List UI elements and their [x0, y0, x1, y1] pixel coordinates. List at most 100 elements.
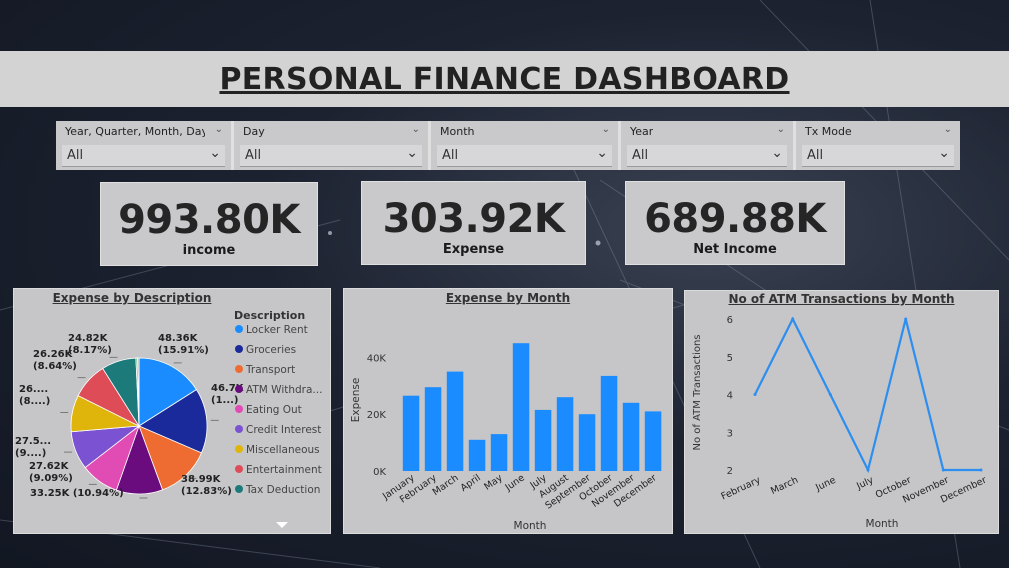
slicer-dropdown[interactable]: All ⌄ [627, 145, 787, 167]
chevron-down-icon[interactable]: ⌄ [406, 145, 418, 161]
x-axis-title: Month [866, 518, 899, 530]
slicer-title: Day [243, 125, 265, 138]
pie-chart-panel[interactable]: Expense by Description 48.36K (15.91%) 46.… [13, 288, 331, 534]
bar[interactable] [534, 409, 552, 471]
page-title: PERSONAL FINANCE DASHBOARD [219, 61, 790, 97]
slicer-dropdown[interactable]: All ⌄ [62, 145, 225, 167]
line-point[interactable] [753, 393, 757, 396]
atm-transactions-line[interactable] [754, 316, 981, 474]
x-tick-label: June [503, 472, 527, 494]
pie-data-label-pct: (1...) [211, 395, 239, 406]
chevron-down-icon[interactable]: ⌄ [209, 145, 221, 161]
slicer-dropdown[interactable]: All ⌄ [802, 145, 954, 167]
legend-marker [235, 385, 243, 393]
chevron-down-icon[interactable]: ⌄ [777, 124, 785, 135]
kpi-card-expense: 303.92K Expense [361, 181, 586, 265]
line-point[interactable] [941, 468, 945, 472]
pie-data-label-pct: (15.91%) [158, 345, 209, 356]
bar[interactable] [644, 411, 662, 471]
y-tick-label: 6 [727, 315, 733, 326]
kpi-value: 689.88K [644, 196, 826, 242]
slicer-value: All [632, 148, 649, 163]
bar[interactable] [556, 397, 574, 471]
legend-marker [235, 465, 243, 473]
slicer-value: All [245, 148, 262, 163]
x-tick-label: March [431, 472, 461, 498]
bar[interactable] [622, 402, 640, 471]
chevron-down-icon[interactable]: ⌄ [938, 145, 950, 161]
slicer-day[interactable]: Day ⌄ All ⌄ [234, 121, 431, 170]
line-point[interactable] [866, 468, 870, 472]
legend-item[interactable]: Credit Interest [246, 424, 321, 436]
legend-item[interactable]: Miscellaneous [246, 444, 320, 456]
y-tick-label: 3 [727, 428, 733, 439]
chevron-down-icon[interactable]: ⌄ [215, 124, 223, 135]
x-tick-label: May [482, 472, 505, 492]
legend-item[interactable]: Transport [245, 364, 295, 376]
y-tick-label: 4 [727, 391, 733, 402]
bar-chart-panel[interactable]: Expense by Month 0K 20K 40K Expense January F… [343, 288, 673, 534]
line-chart[interactable]: 2 3 4 5 6 No of ATM Transactions February March… [685, 291, 1000, 535]
pie-data-label-pct: (9.09%) [29, 473, 73, 484]
chevron-down-icon[interactable]: ⌄ [602, 124, 610, 135]
legend-marker [235, 425, 243, 433]
legend-item[interactable]: Eating Out [246, 404, 302, 416]
bar[interactable] [468, 439, 486, 471]
pie-chart[interactable]: 48.36K(15.91%)46.7K(1...)38.99K(12.83%)3… [14, 289, 332, 535]
legend-item[interactable]: Groceries [246, 344, 296, 356]
y-axis-title: No of ATM Transactions [692, 335, 703, 451]
caret-down-icon[interactable] [276, 522, 288, 528]
pie-data-label-pct: (8.64%) [33, 361, 77, 372]
x-tick-label: July [854, 475, 875, 493]
x-tick-label: April [459, 472, 483, 493]
slicer-value: All [442, 148, 459, 163]
title-bar: PERSONAL FINANCE DASHBOARD [0, 51, 1009, 107]
x-tick-label: June [813, 475, 837, 494]
kpi-card-net-income: 689.88K Net Income [625, 181, 845, 265]
bar[interactable] [446, 371, 464, 471]
pie-data-label: 26.... [19, 384, 48, 395]
pie-data-label: 27.5... [15, 436, 51, 447]
y-tick-label: 5 [727, 353, 733, 364]
line-point[interactable] [904, 317, 908, 321]
slicer-title: Tx Mode [805, 125, 852, 138]
kpi-card-income: 993.80K income [100, 182, 318, 266]
legend-marker [235, 485, 243, 493]
x-tick-label: March [769, 475, 800, 497]
legend-item[interactable]: Entertainment [246, 464, 322, 476]
kpi-value: 993.80K [118, 197, 300, 243]
line-point[interactable] [979, 468, 983, 472]
legend-item[interactable]: Locker Rent [246, 324, 308, 336]
slicer-dropdown[interactable]: All ⌄ [437, 145, 612, 167]
line-point[interactable] [791, 317, 795, 321]
slicer-title: Year, Quarter, Month, Day,... [65, 125, 205, 138]
slicer-date-hierarchy[interactable]: Year, Quarter, Month, Day,... ⌄ All ⌄ [56, 121, 234, 170]
chevron-down-icon[interactable]: ⌄ [944, 124, 952, 135]
kpi-label: income [182, 243, 236, 258]
legend-marker [235, 405, 243, 413]
y-tick-label: 40K [367, 353, 387, 364]
bar[interactable] [600, 375, 618, 471]
kpi-value: 303.92K [382, 196, 565, 242]
bar[interactable] [578, 414, 596, 471]
line-chart-panel[interactable]: No of ATM Transactions by Month 2 3 4 5 6 No … [684, 290, 999, 534]
legend-item[interactable]: Tax Deduction [245, 484, 320, 496]
slicer-value: All [67, 148, 84, 163]
bar[interactable] [424, 387, 442, 471]
bar-chart[interactable]: 0K20K40KExpenseJanuaryFebruaryMarchApril… [344, 289, 674, 535]
bar[interactable] [402, 395, 420, 471]
slicer-tx-mode[interactable]: Tx Mode ⌄ All ⌄ [796, 121, 960, 170]
legend-marker [235, 345, 243, 353]
legend-marker [235, 365, 243, 373]
bar[interactable] [490, 434, 508, 471]
chevron-down-icon[interactable]: ⌄ [771, 145, 783, 161]
slicer-dropdown[interactable]: All ⌄ [240, 145, 422, 167]
slicer-month[interactable]: Month ⌄ All ⌄ [431, 121, 621, 170]
pie-data-label: 33.25K (10.94%) [30, 488, 124, 499]
legend-item[interactable]: ATM Withdra... [246, 384, 322, 396]
line-point[interactable] [828, 393, 832, 396]
slicer-year[interactable]: Year ⌄ All ⌄ [621, 121, 796, 170]
bar[interactable] [512, 343, 530, 471]
chevron-down-icon[interactable]: ⌄ [596, 145, 608, 161]
chevron-down-icon[interactable]: ⌄ [412, 124, 420, 135]
